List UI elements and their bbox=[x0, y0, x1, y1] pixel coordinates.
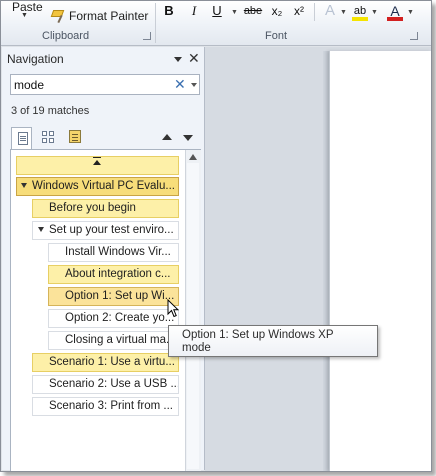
browse-results-icon bbox=[69, 130, 81, 143]
browse-pages-icon bbox=[42, 131, 54, 143]
italic-button[interactable]: I bbox=[186, 2, 202, 20]
previous-result-icon[interactable] bbox=[162, 134, 172, 140]
font-group-label: Font bbox=[265, 30, 288, 42]
tooltip-line-2: mode bbox=[182, 342, 211, 354]
scroll-track[interactable] bbox=[187, 163, 199, 469]
ribbon: Paste ▼ Format Painter Clipboard B I U ▼… bbox=[1, 1, 431, 46]
underline-button[interactable]: U bbox=[209, 2, 225, 20]
paintbrush-icon bbox=[51, 9, 66, 23]
mouse-pointer-icon bbox=[167, 299, 179, 318]
format-painter-label: Format Painter bbox=[69, 9, 149, 23]
vertical-scrollbar[interactable] bbox=[185, 150, 201, 471]
clear-search-icon[interactable]: ✕ bbox=[174, 76, 186, 93]
heading-label: Scenario 3: Print from ... bbox=[49, 400, 173, 412]
heading-tooltip: Option 1: Set up Windows XP mode bbox=[168, 325, 378, 357]
heading-label: About integration c... bbox=[65, 268, 171, 280]
tooltip-line-1: Option 1: Set up Windows XP bbox=[182, 329, 334, 341]
collapse-all-button[interactable] bbox=[16, 156, 179, 175]
pane-options-icon[interactable] bbox=[174, 57, 182, 62]
heading-item[interactable]: Windows Virtual PC Evalu... bbox=[16, 177, 179, 196]
scroll-up-icon[interactable] bbox=[189, 154, 197, 160]
heading-label: Before you begin bbox=[49, 202, 136, 214]
match-count: 3 of 19 matches bbox=[11, 105, 90, 117]
tab-browse-pages[interactable] bbox=[38, 127, 59, 148]
highlight-label: ab bbox=[353, 5, 367, 17]
heading-item[interactable]: About integration c... bbox=[48, 265, 179, 284]
heading-item[interactable]: Closing a virtual ma... bbox=[48, 331, 179, 350]
highlight-color-swatch bbox=[352, 17, 368, 21]
heading-label: Scenario 2: Use a USB ... bbox=[49, 378, 179, 390]
heading-item[interactable]: Before you begin bbox=[32, 199, 179, 218]
collapse-up-icon bbox=[93, 157, 101, 165]
expand-triangle-icon[interactable] bbox=[21, 183, 27, 189]
heading-item[interactable]: Set up your test enviro... bbox=[32, 221, 179, 240]
heading-item[interactable]: Scenario 3: Print from ... bbox=[32, 397, 179, 416]
font-dialog-launcher[interactable] bbox=[410, 32, 418, 40]
highlight-button[interactable]: ab bbox=[351, 2, 369, 21]
browse-headings-icon bbox=[18, 132, 28, 145]
superscript-button[interactable]: x² bbox=[290, 2, 308, 20]
heading-item[interactable]: Option 1: Set up Wi... bbox=[48, 287, 179, 306]
document-page[interactable] bbox=[329, 51, 431, 471]
format-painter-button[interactable]: Format Painter bbox=[51, 7, 148, 25]
clipboard-group-label: Clipboard bbox=[42, 30, 90, 42]
font-color-button[interactable]: A bbox=[387, 2, 403, 21]
heading-label: Closing a virtual ma... bbox=[65, 334, 176, 346]
subscript-button[interactable]: x₂ bbox=[268, 2, 286, 20]
heading-label: Windows Virtual PC Evalu... bbox=[32, 180, 175, 192]
heading-item[interactable]: Install Windows Vir... bbox=[48, 243, 179, 262]
heading-label: Set up your test enviro... bbox=[49, 224, 174, 236]
search-input[interactable] bbox=[14, 77, 169, 92]
bold-button[interactable]: B bbox=[161, 2, 177, 20]
heading-item[interactable]: Scenario 1: Use a virtu... bbox=[32, 353, 179, 372]
search-options-icon[interactable] bbox=[191, 83, 197, 87]
navigation-title: Navigation bbox=[7, 52, 64, 66]
strikethrough-button[interactable]: abe bbox=[241, 2, 265, 20]
tab-browse-results[interactable] bbox=[65, 127, 86, 148]
text-effects-dropdown-icon[interactable]: ▼ bbox=[340, 9, 347, 16]
heading-label: Option 1: Set up Wi... bbox=[65, 290, 175, 302]
paste-dropdown-icon[interactable]: ▼ bbox=[21, 12, 28, 19]
heading-label: Scenario 1: Use a virtu... bbox=[49, 356, 175, 368]
tab-browse-headings[interactable] bbox=[11, 127, 32, 150]
heading-item[interactable]: Option 2: Create yo... bbox=[48, 309, 179, 328]
next-result-icon[interactable] bbox=[183, 135, 193, 141]
word-window: Paste ▼ Format Painter Clipboard B I U ▼… bbox=[0, 0, 432, 472]
heading-label: Install Windows Vir... bbox=[65, 246, 171, 258]
underline-dropdown-icon[interactable]: ▼ bbox=[231, 9, 238, 16]
expand-triangle-icon[interactable] bbox=[38, 227, 44, 233]
search-box[interactable]: ✕ bbox=[10, 74, 200, 95]
highlight-dropdown-icon[interactable]: ▼ bbox=[371, 9, 378, 16]
clipboard-dialog-launcher[interactable] bbox=[143, 32, 151, 40]
font-color-swatch bbox=[387, 17, 403, 21]
group-divider bbox=[314, 3, 315, 21]
navigation-pane: Navigation ✕ ✕ 3 of 19 matches Windows V… bbox=[2, 47, 205, 471]
close-icon[interactable]: ✕ bbox=[188, 50, 200, 67]
heading-label: Option 2: Create yo... bbox=[65, 312, 175, 324]
heading-item[interactable]: Scenario 2: Use a USB ... bbox=[32, 375, 179, 394]
text-effects-button[interactable]: A bbox=[321, 2, 339, 20]
font-color-dropdown-icon[interactable]: ▼ bbox=[407, 9, 414, 16]
group-divider bbox=[155, 3, 156, 43]
